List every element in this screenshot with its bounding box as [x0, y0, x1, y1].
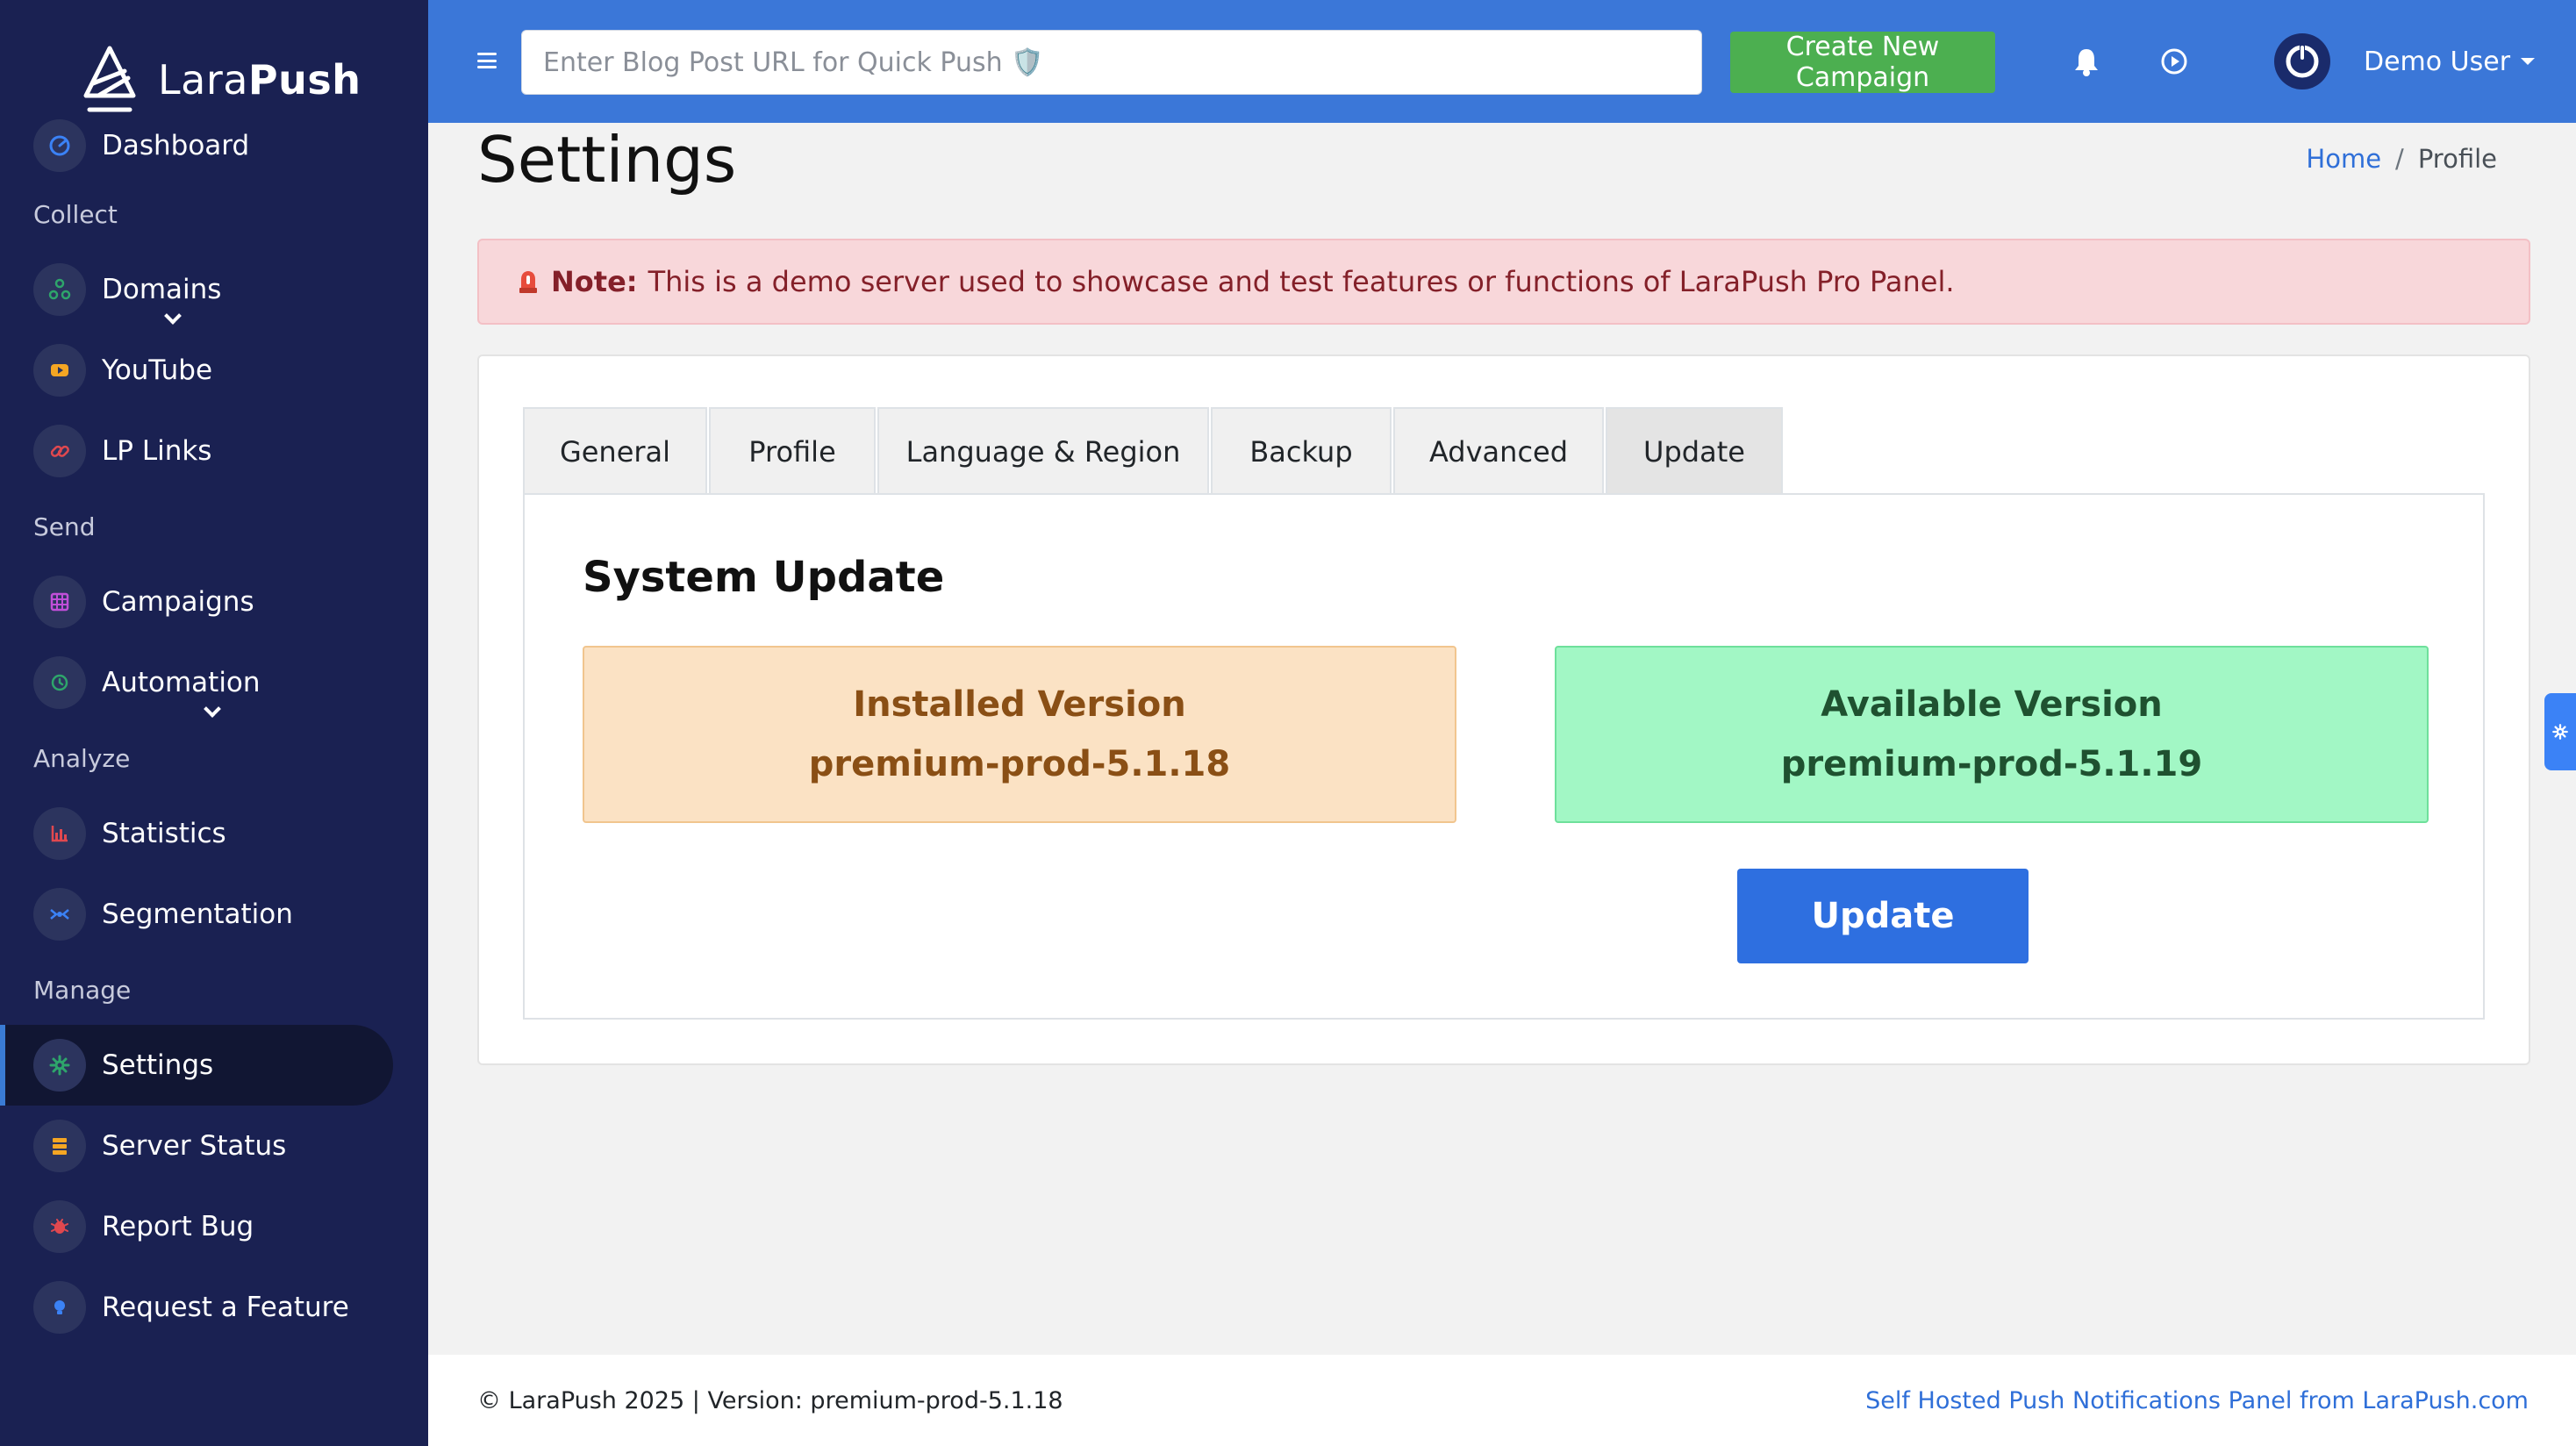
- sidebar-item-label: Server Status: [102, 1130, 287, 1162]
- sidebar-item-segmentation[interactable]: Segmentation: [0, 874, 428, 955]
- tab-profile[interactable]: Profile: [709, 407, 876, 495]
- sidebar-section-analyze: Analyze: [33, 743, 131, 773]
- sidebar-item-label: Campaigns: [102, 586, 254, 618]
- tab-language-region[interactable]: Language & Region: [877, 407, 1209, 495]
- chevron-down-icon[interactable]: [164, 307, 182, 325]
- sidebar-item-label: Request a Feature: [102, 1292, 349, 1323]
- sidebar-section-manage: Manage: [33, 975, 132, 1005]
- page-title: Settings: [477, 123, 737, 197]
- campaigns-icon: [33, 576, 86, 628]
- breadcrumb-home-link[interactable]: Home: [2306, 144, 2381, 174]
- larapush-logo-icon: [83, 46, 136, 112]
- customizer-toggle[interactable]: [2544, 693, 2576, 770]
- domains-icon: [33, 263, 86, 316]
- settings-card: General Profile Language & Region Backup…: [477, 354, 2530, 1065]
- sidebar-item-dashboard[interactable]: Dashboard: [0, 112, 428, 179]
- sidebar: LaraPush Dashboard Collect Domains YouTu…: [0, 0, 428, 1446]
- lightbulb-icon: [33, 1281, 86, 1334]
- breadcrumb-separator: /: [2395, 144, 2404, 174]
- statistics-icon: [33, 807, 86, 860]
- link-icon: [33, 425, 86, 477]
- installed-version-value: premium-prod-5.1.18: [808, 744, 1231, 784]
- sidebar-section-send: Send: [33, 512, 96, 541]
- sidebar-item-server-status[interactable]: Server Status: [0, 1106, 428, 1186]
- sidebar-item-settings[interactable]: Settings: [0, 1025, 428, 1106]
- create-new-campaign-button[interactable]: Create New Campaign: [1730, 32, 1995, 93]
- user-name: Demo User: [2364, 46, 2511, 77]
- user-avatar[interactable]: [2274, 33, 2330, 89]
- bell-icon[interactable]: [2069, 44, 2104, 79]
- footer: © LaraPush 2025 | Version: premium-prod-…: [428, 1355, 2576, 1446]
- user-menu-dropdown[interactable]: Demo User: [2364, 42, 2536, 81]
- sidebar-item-label: Statistics: [102, 818, 226, 849]
- sidebar-item-label: Segmentation: [102, 898, 293, 930]
- available-version-box: Available Version premium-prod-5.1.19: [1555, 646, 2429, 823]
- quick-push-url-input[interactable]: [521, 30, 1702, 95]
- alert-label: Note:: [551, 265, 638, 298]
- system-update-title: System Update: [583, 553, 945, 602]
- sidebar-item-label: Dashboard: [102, 130, 250, 161]
- sidebar-item-label: LP Links: [102, 435, 212, 467]
- youtube-icon: [33, 344, 86, 397]
- sidebar-section-collect: Collect: [33, 199, 118, 229]
- alert-text: This is a demo server used to showcase a…: [648, 265, 1955, 298]
- settings-tabs: General Profile Language & Region Backup…: [523, 407, 1785, 495]
- sidebar-item-automation[interactable]: Automation: [0, 642, 428, 723]
- hamburger-menu-icon[interactable]: [477, 53, 497, 68]
- tab-backup[interactable]: Backup: [1211, 407, 1392, 495]
- sidebar-nav: Dashboard Collect Domains YouTube LP Lin…: [0, 114, 428, 1348]
- tab-advanced[interactable]: Advanced: [1393, 407, 1604, 495]
- sidebar-item-lp-links[interactable]: LP Links: [0, 411, 428, 491]
- sidebar-item-report-bug[interactable]: Report Bug: [0, 1186, 428, 1267]
- sidebar-item-label: Report Bug: [102, 1211, 254, 1242]
- footer-copyright: © LaraPush 2025 | Version: premium-prod-…: [477, 1386, 1063, 1414]
- gear-icon: [33, 1039, 86, 1092]
- sidebar-item-label: YouTube: [102, 354, 213, 386]
- gear-icon: [2552, 724, 2568, 740]
- sidebar-item-statistics[interactable]: Statistics: [0, 793, 428, 874]
- tab-general[interactable]: General: [523, 407, 707, 495]
- breadcrumb-current: Profile: [2417, 144, 2497, 174]
- dashboard-icon: [33, 119, 86, 172]
- tab-update[interactable]: Update: [1606, 407, 1783, 495]
- brand-name: LaraPush: [158, 56, 361, 104]
- sidebar-item-label: Domains: [102, 274, 222, 305]
- sidebar-item-youtube[interactable]: YouTube: [0, 330, 428, 411]
- automation-icon: [33, 656, 86, 709]
- segmentation-icon: [33, 888, 86, 941]
- footer-larapush-link[interactable]: Self Hosted Push Notifications Panel fro…: [1865, 1387, 2529, 1414]
- play-circle-icon[interactable]: [2157, 44, 2192, 79]
- brand-logo[interactable]: LaraPush: [81, 42, 361, 118]
- installed-version-heading: Installed Version: [853, 684, 1186, 725]
- sidebar-item-label: Settings: [102, 1049, 214, 1081]
- available-version-value: premium-prod-5.1.19: [1780, 744, 2203, 784]
- sidebar-item-label: Automation: [102, 667, 261, 698]
- caret-down-icon: [2521, 58, 2536, 65]
- sidebar-item-campaigns[interactable]: Campaigns: [0, 562, 428, 642]
- sidebar-item-request-feature[interactable]: Request a Feature: [0, 1267, 428, 1348]
- topbar: Create New Campaign: [428, 0, 2576, 123]
- breadcrumb: Home / Profile: [2306, 144, 2497, 174]
- update-button[interactable]: Update: [1737, 869, 2029, 963]
- bug-icon: [33, 1200, 86, 1253]
- siren-icon: [518, 268, 539, 295]
- demo-alert: Note: This is a demo server used to show…: [477, 239, 2530, 325]
- chevron-down-icon[interactable]: [203, 700, 221, 718]
- installed-version-box: Installed Version premium-prod-5.1.18: [583, 646, 1456, 823]
- server-icon: [33, 1120, 86, 1172]
- sidebar-item-domains[interactable]: Domains: [0, 249, 428, 330]
- available-version-heading: Available Version: [1821, 684, 2163, 725]
- update-tab-panel: System Update Installed Version premium-…: [523, 493, 2485, 1020]
